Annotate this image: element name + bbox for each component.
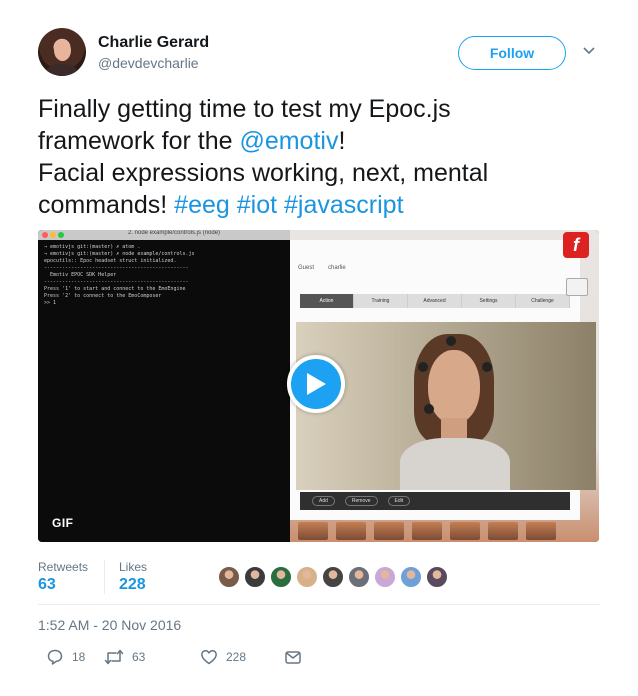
emotiv-actions-bar: Add Remove Edit (300, 492, 570, 510)
liker-avatar[interactable] (244, 566, 266, 588)
reply-count: 18 (72, 650, 86, 664)
hashtag-link[interactable]: #iot (237, 191, 277, 219)
emotiv-tab: Advanced (408, 294, 462, 308)
tweet-timestamp[interactable]: 1:52 AM - 20 Nov 2016 (38, 617, 181, 633)
terminal-line: → emotivjs git:(master) ✗ atom . (44, 244, 141, 250)
terminal-line: → emotivjs git:(master) ✗ node example/c… (44, 251, 195, 257)
follow-button[interactable]: Follow (458, 36, 566, 70)
terminal-line: Press '2' to connect to the EmoComposer (44, 293, 162, 299)
author-avatar[interactable] (38, 28, 86, 76)
stats-divider (104, 560, 105, 594)
tweet-line-2: framework for the @emotiv! (38, 125, 608, 157)
tweet-line-4-prefix: commands! (38, 191, 175, 219)
liker-avatar[interactable] (426, 566, 448, 588)
direct-message-action[interactable] (284, 648, 302, 666)
heart-icon (201, 650, 217, 665)
liker-avatar[interactable] (296, 566, 318, 588)
terminal-window: 2. node example/controls.js (node) → emo… (38, 230, 290, 542)
hashtag-link[interactable]: #eeg (174, 191, 230, 219)
author-name[interactable]: Charlie Gerard (98, 34, 209, 52)
liker-avatar[interactable] (270, 566, 292, 588)
like-action[interactable]: 228 (200, 648, 246, 666)
eeg-sensor (482, 362, 492, 372)
retweets-label[interactable]: Retweets (38, 560, 88, 574)
terminal-line: epocutils:: Epoc headset struct initiali… (44, 258, 177, 264)
play-button[interactable] (287, 355, 345, 413)
terminal-line: >> 1 (44, 300, 57, 306)
divider (38, 604, 600, 605)
tweet-text: Finally getting time to test my Epoc.js … (38, 93, 608, 221)
tweet-line-2-suffix: ! (338, 127, 346, 155)
retweets-count[interactable]: 63 (38, 576, 56, 594)
emotiv-tab: Settings (462, 294, 516, 308)
reply-icon (47, 649, 63, 665)
retweet-count: 63 (132, 650, 146, 664)
envelope-icon (285, 651, 301, 664)
likes-label[interactable]: Likes (119, 560, 147, 574)
drive-icon (566, 278, 588, 296)
emotiv-toolbar: Guest charlie (290, 252, 580, 284)
terminal-line: ----------------------------------------… (44, 279, 189, 285)
tweet-line-1: Finally getting time to test my Epoc.js (38, 95, 451, 123)
terminal-line: Press '1' to start and connect to the Em… (44, 286, 186, 292)
liker-avatar[interactable] (322, 566, 344, 588)
liker-avatar[interactable] (348, 566, 370, 588)
author-handle[interactable]: @devdevcharlie (98, 55, 199, 71)
avatar-shirt (46, 64, 78, 76)
emotiv-tab: Challenge (516, 294, 570, 308)
webcam-person-face (428, 350, 480, 424)
terminal-output: → emotivjs git:(master) ✗ atom . → emotiv… (38, 240, 290, 311)
emotiv-add-button: Add (312, 496, 335, 506)
play-icon (307, 373, 326, 395)
webcam-person-body (400, 438, 510, 490)
likes-count[interactable]: 228 (119, 576, 146, 594)
terminal-titlebar: 2. node example/controls.js (node) (38, 230, 290, 240)
terminal-line: Emotiv EPOC SDK Helper (44, 272, 117, 278)
emotiv-tab: Training (354, 294, 408, 308)
eeg-sensor (446, 336, 456, 346)
emotiv-user-guest: Guest (298, 265, 315, 271)
emotiv-edit-button: Edit (387, 496, 411, 506)
emotiv-tab: Action (300, 294, 354, 308)
mention-link[interactable]: @emotiv (239, 127, 338, 155)
hashtag-link[interactable]: #javascript (284, 191, 404, 219)
tweet-line-4: commands! #eeg #iot #javascript (38, 189, 608, 221)
gif-badge: GIF (52, 516, 74, 530)
retweet-icon (104, 649, 124, 665)
webcam-feed (296, 322, 596, 490)
desktop-files (292, 520, 598, 542)
emotiv-tabs: Action Training Advanced Settings Challe… (300, 294, 570, 308)
eeg-sensor (418, 362, 428, 372)
reply-action[interactable]: 18 (46, 648, 85, 666)
like-count: 228 (226, 650, 247, 664)
avatar-face (54, 40, 71, 61)
terminal-title: 2. node example/controls.js (node) (128, 230, 221, 236)
tweet-line-3: Facial expressions working, next, mental (38, 159, 489, 187)
retweet-action[interactable]: 63 (104, 648, 145, 666)
tweet-card: Charlie Gerard @devdevcharlie Follow Fin… (0, 0, 638, 696)
tweet-line-2-prefix: framework for the (38, 127, 240, 155)
liker-avatar[interactable] (218, 566, 240, 588)
liker-avatars (218, 566, 448, 588)
app-icon: f (563, 232, 589, 258)
eeg-sensor (424, 404, 434, 414)
liker-avatar[interactable] (400, 566, 422, 588)
emotiv-remove-button: Remove (344, 496, 378, 506)
terminal-line: ----------------------------------------… (44, 265, 189, 271)
chevron-down-icon[interactable] (582, 44, 596, 58)
emotiv-user-charlie: charlie (328, 265, 346, 271)
liker-avatar[interactable] (374, 566, 396, 588)
